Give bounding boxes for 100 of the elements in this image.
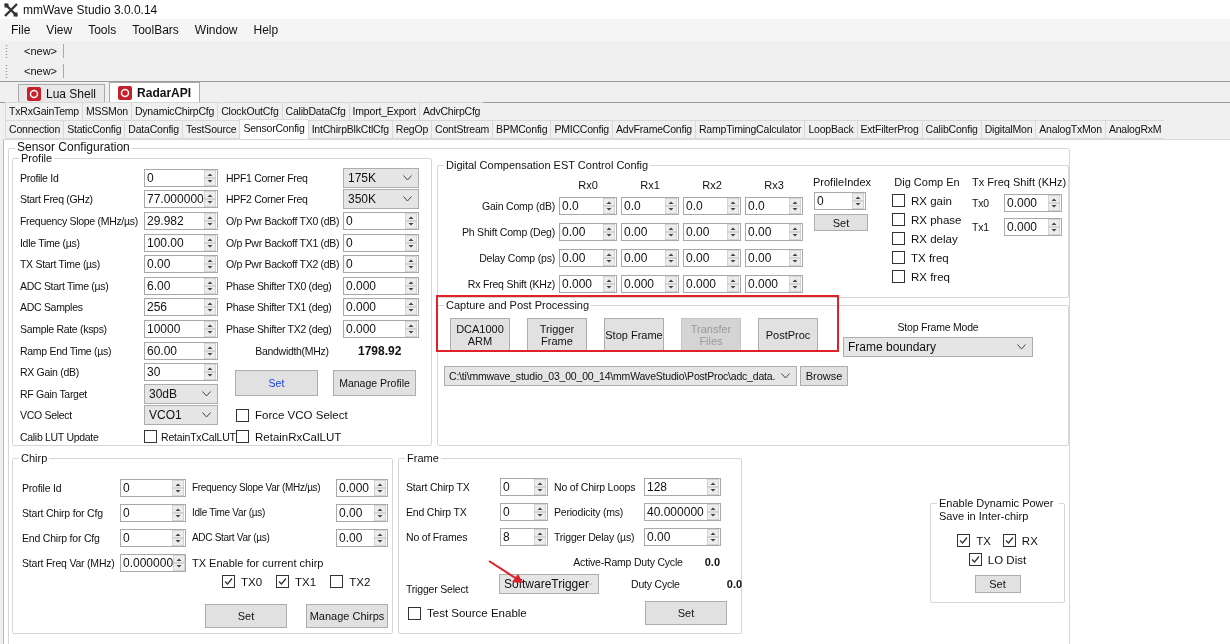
checkbox[interactable] xyxy=(144,430,157,444)
checkbox[interactable] xyxy=(892,213,905,226)
spin-box[interactable]: 0.00 xyxy=(745,249,803,267)
spin-box[interactable]: 128 xyxy=(644,477,721,496)
spin-box[interactable]: 0 xyxy=(500,502,548,521)
spin-box[interactable]: 0.000 xyxy=(336,478,388,497)
spin-box[interactable]: 0.000 xyxy=(683,275,741,293)
spin-box[interactable]: 0 xyxy=(120,478,186,497)
tab[interactable]: TxRxGainTemp xyxy=(5,102,82,121)
spin-box[interactable]: 77.000000 xyxy=(144,190,218,209)
menu-item[interactable]: Help xyxy=(245,23,287,37)
spin-box[interactable]: 8 xyxy=(500,527,548,546)
tab[interactable]: CalibConfig xyxy=(921,120,981,139)
set-button[interactable]: Set xyxy=(974,575,1021,593)
spin-box[interactable]: 256 xyxy=(144,298,218,317)
tab[interactable]: RegOp xyxy=(391,120,432,139)
spin-box[interactable]: 0.000 xyxy=(745,275,803,293)
menu-item[interactable]: View xyxy=(38,23,81,37)
spin-box[interactable]: 0.00 xyxy=(621,249,679,267)
dropdown[interactable]: 175K xyxy=(343,167,419,188)
spin-box[interactable]: 0.0 xyxy=(683,197,741,215)
capture-button[interactable]: DCA1000 ARM xyxy=(450,318,510,352)
spin-box[interactable]: 0.0 xyxy=(745,197,803,215)
tab[interactable]: DataConfig xyxy=(124,120,182,139)
tab[interactable]: LoopBack xyxy=(804,120,857,139)
spin-box[interactable]: 0.00 xyxy=(745,223,803,241)
spin-box[interactable]: 0 xyxy=(120,528,186,547)
spin-box[interactable]: 0.000 xyxy=(343,298,419,317)
checkbox[interactable] xyxy=(236,408,249,422)
tab[interactable]: StaticConfig xyxy=(63,120,125,139)
tab[interactable]: ExtFilterProg xyxy=(856,120,922,139)
dropdown[interactable]: VCO1 xyxy=(144,405,218,426)
checkbox[interactable] xyxy=(892,232,905,245)
spin-box[interactable]: 0.00 xyxy=(644,527,721,546)
checkbox[interactable] xyxy=(330,575,344,588)
checkbox[interactable] xyxy=(1002,534,1016,547)
toolbar-button[interactable]: <new> xyxy=(16,44,65,58)
spin-box[interactable]: 0.0 xyxy=(559,197,617,215)
spin-box[interactable]: 0.00 xyxy=(683,249,741,267)
checkbox[interactable] xyxy=(236,430,249,444)
spin-box[interactable]: 100.00 xyxy=(144,233,218,252)
spin-box[interactable]: 0 xyxy=(144,168,218,187)
dropdown[interactable]: SoftwareTrigger xyxy=(499,574,599,594)
spin-box[interactable]: 0 xyxy=(814,192,866,210)
document-tab[interactable]: RadarAPI xyxy=(109,82,201,102)
spin-box[interactable]: 0.000 xyxy=(621,275,679,293)
set-button[interactable]: Set xyxy=(814,214,868,231)
menu-item[interactable]: File xyxy=(3,23,39,37)
tab[interactable]: PMICConfig xyxy=(550,120,612,139)
tab[interactable]: AnalogRxM xyxy=(1104,120,1165,139)
spin-box[interactable]: 0 xyxy=(343,212,419,230)
dropdown[interactable]: Frame boundary xyxy=(843,337,1033,357)
path-dropdown[interactable]: C:\ti\mmwave_studio_03_00_00_14\mmWaveStudio\PostProc\adc_data. xyxy=(444,366,797,386)
spin-box[interactable]: 0.00 xyxy=(336,503,388,522)
dropdown[interactable]: 350K xyxy=(343,189,419,210)
spin-box[interactable]: 0.00 xyxy=(683,223,741,241)
document-tab[interactable]: Lua Shell xyxy=(18,84,106,102)
tab[interactable]: AdvFrameConfig xyxy=(612,120,695,139)
menu-item[interactable]: Window xyxy=(186,23,246,37)
tab[interactable]: ClockOutCfg xyxy=(217,102,282,121)
set-button[interactable]: Set xyxy=(645,601,727,625)
checkbox[interactable] xyxy=(892,194,905,207)
checkbox[interactable] xyxy=(892,251,905,264)
tab[interactable]: RampTimingCalculator xyxy=(695,120,805,139)
tab[interactable]: AnalogTxMon xyxy=(1035,120,1105,139)
profile-button[interactable]: Manage Profile xyxy=(333,369,416,396)
dropdown[interactable]: 30dB xyxy=(144,383,218,404)
spin-box[interactable]: 0.00 xyxy=(144,255,218,274)
browse-button[interactable]: Browse xyxy=(800,366,848,386)
spin-box[interactable]: 0.000 xyxy=(343,319,419,338)
spin-box[interactable]: 0.000 xyxy=(1004,194,1062,212)
spin-box[interactable]: 0.00 xyxy=(559,249,617,267)
checkbox[interactable] xyxy=(968,553,982,566)
spin-box[interactable]: 6.00 xyxy=(144,276,218,295)
checkbox[interactable] xyxy=(276,575,290,588)
checkbox[interactable] xyxy=(222,575,235,588)
capture-button[interactable]: Trigger Frame xyxy=(527,318,587,352)
capture-button[interactable]: PostProc xyxy=(758,318,818,352)
chirp-button[interactable]: Manage Chirps xyxy=(306,604,388,628)
spin-box[interactable]: 0.00 xyxy=(621,223,679,241)
spin-box[interactable]: 0.000 xyxy=(559,275,617,293)
checkbox[interactable] xyxy=(892,270,905,283)
tab[interactable]: ContStream xyxy=(431,120,493,139)
spin-box[interactable]: 0.00 xyxy=(559,223,617,241)
tab[interactable]: TestSource xyxy=(181,120,240,139)
spin-box[interactable]: 0 xyxy=(343,255,419,274)
spin-box[interactable]: 60.00 xyxy=(144,341,218,360)
spin-box[interactable]: 0.000 xyxy=(1004,218,1062,236)
spin-box[interactable]: 0.0 xyxy=(621,197,679,215)
checkbox[interactable] xyxy=(408,606,421,620)
spin-box[interactable]: 0 xyxy=(500,477,548,496)
tab[interactable]: BPMConfig xyxy=(492,120,551,139)
tab[interactable]: SensorConfig xyxy=(239,119,308,139)
spin-box[interactable]: 10000 xyxy=(144,319,218,338)
spin-box[interactable]: 30 xyxy=(144,363,218,382)
checkbox[interactable] xyxy=(957,534,971,547)
spin-box[interactable]: 0 xyxy=(343,233,419,252)
spin-box[interactable]: 0.00 xyxy=(336,528,388,547)
menu-item[interactable]: ToolBars xyxy=(124,23,187,37)
profile-button[interactable]: Set xyxy=(235,369,318,396)
